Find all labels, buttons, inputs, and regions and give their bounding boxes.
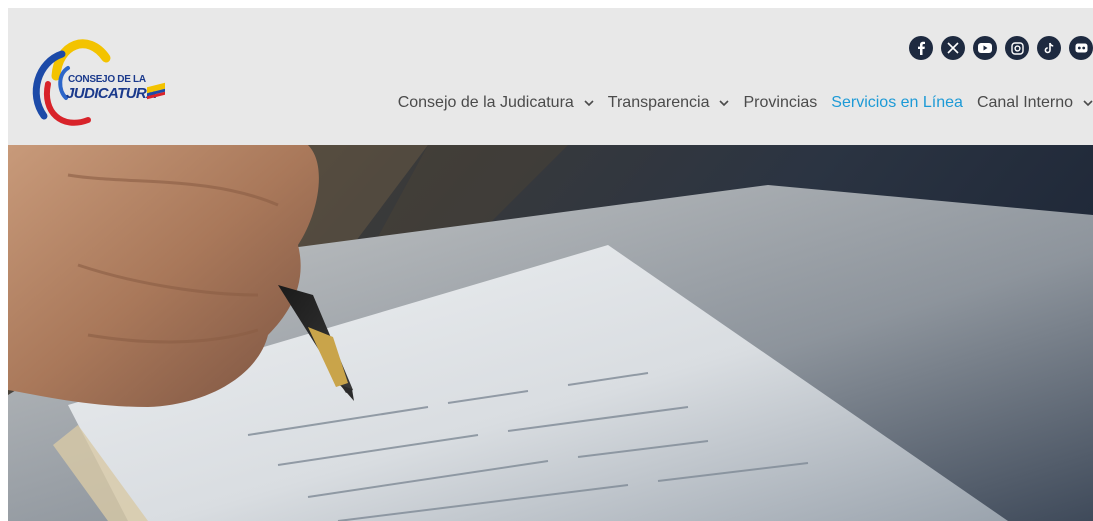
page: CONSEJO DE LA JUDICATURA Consejo de la J… [8,8,1093,521]
youtube-icon[interactable] [973,36,997,60]
chevron-down-icon [584,100,594,107]
facebook-icon[interactable] [909,36,933,60]
nav-label-consejo: Consejo de la Judicatura [397,94,574,111]
x-icon[interactable] [941,36,965,60]
site-logo[interactable]: CONSEJO DE LA JUDICATURA [18,24,168,136]
nav-label-canal-interno: Canal Interno [976,94,1073,111]
nav-item-transparencia[interactable]: Transparencia [608,94,730,112]
hero-image [8,145,1093,521]
main-nav: Consejo de la Judicatura Transparencia P… [384,94,1093,112]
nav-item-provincias[interactable]: Provincias [743,94,817,112]
nav-item-consejo[interactable]: Consejo de la Judicatura [398,94,594,112]
chevron-down-icon [1083,100,1093,107]
nav-label-provincias: Provincias [743,94,818,111]
chevron-down-icon [719,100,730,107]
logo-text-line2: JUDICATURA [66,85,157,102]
nav-label-servicios-en-linea: Servicios en Línea [831,94,963,111]
nav-label-transparencia: Transparencia [607,94,710,111]
flickr-icon[interactable] [1069,36,1093,60]
instagram-icon[interactable] [1005,36,1029,60]
nav-item-servicios-en-linea[interactable]: Servicios en Línea [831,94,963,112]
social-links [909,36,1093,60]
hero-photo-signing-document [8,145,1093,521]
nav-item-canal-interno[interactable]: Canal Interno [977,94,1093,112]
logo-text-line1: CONSEJO DE LA [68,74,146,85]
tiktok-icon[interactable] [1037,36,1061,60]
site-header: CONSEJO DE LA JUDICATURA Consejo de la J… [8,8,1093,145]
